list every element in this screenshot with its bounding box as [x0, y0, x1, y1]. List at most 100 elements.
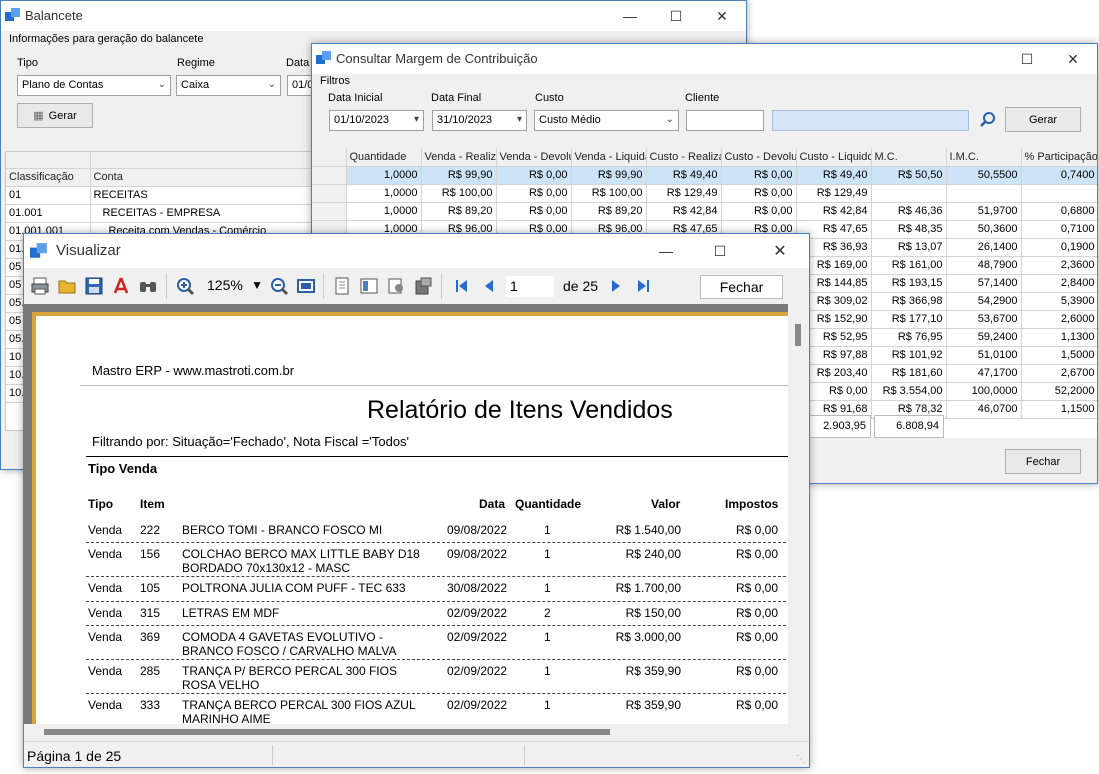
- zoom-out-icon[interactable]: [268, 275, 290, 297]
- fechar-button[interactable]: Fechar: [1005, 449, 1081, 474]
- pdf-icon[interactable]: [110, 275, 132, 297]
- maximize-button[interactable]: ☐: [1004, 44, 1050, 74]
- table-cell: 0,7400: [1021, 166, 1097, 185]
- balancete-title: Balancete: [25, 8, 83, 23]
- first-page-icon[interactable]: [451, 275, 473, 297]
- layout-icon[interactable]: [358, 275, 380, 297]
- scrollbar-thumb[interactable]: [795, 324, 801, 346]
- col-header[interactable]: Custo - Realiza: [646, 148, 722, 167]
- table-cell: 0,1900: [1021, 238, 1097, 257]
- col-header[interactable]: Quantidade: [346, 148, 422, 167]
- last-page-icon[interactable]: [632, 275, 654, 297]
- col-header[interactable]: % Participação: [1021, 148, 1097, 167]
- print-icon[interactable]: [29, 275, 51, 297]
- table-cell: 1,1300: [1021, 328, 1097, 347]
- data-final-field[interactable]: 31/10/2023 ▾: [432, 110, 527, 131]
- minimize-button[interactable]: —: [643, 234, 689, 268]
- table-cell: R$ 0,00: [496, 202, 572, 221]
- data-inicial-label: Data Inicial: [328, 92, 383, 104]
- header-row: Quantidade Venda - Realiza Venda - Devol…: [312, 148, 1097, 167]
- table-cell: R$ 42,84: [796, 202, 872, 221]
- resize-grip-icon[interactable]: ⋱: [796, 754, 806, 765]
- previous-page-icon[interactable]: [478, 275, 500, 297]
- table-cell: 1,5000: [1021, 346, 1097, 365]
- col-header[interactable]: Venda - Liquida: [571, 148, 647, 167]
- table-cell: R$ 100,00: [571, 184, 647, 203]
- tipo-select-value: Plano de Contas: [22, 79, 104, 91]
- report-page: [36, 316, 788, 724]
- close-button[interactable]: ✕: [757, 234, 803, 268]
- table-row[interactable]: 1,0000 R$ 99,90 R$ 0,00 R$ 99,90 R$ 49,40 R$ …: [312, 166, 1097, 185]
- table-row[interactable]: 1,0000 R$ 100,00 R$ 0,00 R$ 100,00 R$ 129,49…: [312, 184, 1097, 203]
- table-cell: 100,0000: [946, 382, 1022, 401]
- save-icon[interactable]: [83, 275, 105, 297]
- table-row[interactable]: 01 RECEITAS: [6, 186, 313, 205]
- next-page-icon[interactable]: [605, 275, 627, 297]
- col-header[interactable]: Custo - Liquido: [796, 148, 872, 167]
- table-cell: 59,2400: [946, 328, 1022, 347]
- dropdown-arrow-icon[interactable]: ▾: [414, 114, 419, 125]
- table-cell: R$ 129,49: [796, 184, 872, 203]
- col-conta[interactable]: Conta: [90, 168, 313, 187]
- scrollbar-thumb[interactable]: [44, 729, 610, 735]
- table-row[interactable]: 1,0000 R$ 89,20 R$ 0,00 R$ 89,20 R$ 42,84 R$ …: [312, 202, 1097, 221]
- minimize-button[interactable]: —: [607, 1, 653, 31]
- table-cell: 50,5500: [946, 166, 1022, 185]
- col-classificacao[interactable]: Classificação: [6, 168, 91, 187]
- settings-icon[interactable]: [385, 275, 407, 297]
- margem-title: Consultar Margem de Contribuição: [336, 51, 538, 66]
- close-button[interactable]: ✕: [1050, 44, 1096, 74]
- fechar-button[interactable]: Fechar: [700, 275, 783, 299]
- page-number-input[interactable]: 1: [506, 276, 554, 297]
- zoom-in-icon[interactable]: [174, 275, 196, 297]
- data-final-label: Data Final: [431, 92, 482, 104]
- maximize-button[interactable]: ☐: [697, 234, 743, 268]
- maximize-button[interactable]: ☐: [653, 1, 699, 31]
- vertical-scrollbar[interactable]: [788, 304, 808, 724]
- custo-label: Custo: [535, 92, 564, 104]
- open-folder-icon[interactable]: [56, 275, 78, 297]
- visualizar-titlebar: Visualizar — ☐ ✕: [24, 234, 809, 268]
- cliente-code-input[interactable]: [686, 110, 764, 131]
- table-cell: [946, 184, 1022, 203]
- table-cell: 53,6700: [946, 310, 1022, 329]
- col-header[interactable]: Venda - Realiza: [421, 148, 497, 167]
- app-icon: [30, 243, 47, 258]
- table-cell: R$ 89,20: [421, 202, 497, 221]
- col-header[interactable]: M.C.: [871, 148, 947, 167]
- export-icon[interactable]: [412, 275, 434, 297]
- col-header[interactable]: I.M.C.: [946, 148, 1022, 167]
- table-cell: R$ 101,92: [871, 346, 947, 365]
- col-header[interactable]: Custo - Devolu: [721, 148, 797, 167]
- regime-label: Regime: [177, 57, 215, 69]
- table-cell: 54,2900: [946, 292, 1022, 311]
- dropdown-arrow-icon: ▼: [251, 278, 263, 292]
- regime-select[interactable]: Caixa ⌄: [176, 75, 281, 96]
- custo-select[interactable]: Custo Médio ⌄: [534, 110, 679, 131]
- table-cell: 5,3900: [1021, 292, 1097, 311]
- total-1: 2.903,95: [801, 415, 871, 438]
- cliente-name-input[interactable]: [772, 110, 969, 131]
- dropdown-arrow-icon[interactable]: ▾: [517, 114, 522, 125]
- gerar-button[interactable]: Gerar: [1005, 107, 1081, 132]
- close-button[interactable]: ✕: [699, 1, 745, 31]
- zoom-select[interactable]: 125% ▼: [203, 276, 265, 297]
- find-icon[interactable]: [137, 275, 159, 297]
- table-cell: R$ 100,00: [421, 184, 497, 203]
- section-label: Informações para geração do balancete: [9, 33, 204, 45]
- table-cell: 1,0000: [346, 184, 422, 203]
- tipo-select[interactable]: Plano de Contas ⌄: [17, 75, 171, 96]
- table-cell: R$ 0,00: [496, 166, 572, 185]
- data-inicial-field[interactable]: 01/10/2023 ▾: [329, 110, 424, 131]
- fit-page-icon[interactable]: [295, 275, 317, 297]
- table-cell: 1,0000: [346, 202, 422, 221]
- horizontal-scrollbar[interactable]: [24, 724, 788, 740]
- table-cell: 0,6800: [1021, 202, 1097, 221]
- gerar-button[interactable]: ▦ Gerar: [17, 103, 93, 128]
- col-header[interactable]: Venda - Devolu: [496, 148, 572, 167]
- search-icon[interactable]: [978, 110, 998, 130]
- table-row[interactable]: 01.001 RECEITAS - EMPRESA: [6, 204, 313, 223]
- balancete-titlebar: Balancete — ☐ ✕: [1, 1, 746, 31]
- page-setup-icon[interactable]: [331, 275, 353, 297]
- status-page: Página 1 de 25: [27, 748, 122, 764]
